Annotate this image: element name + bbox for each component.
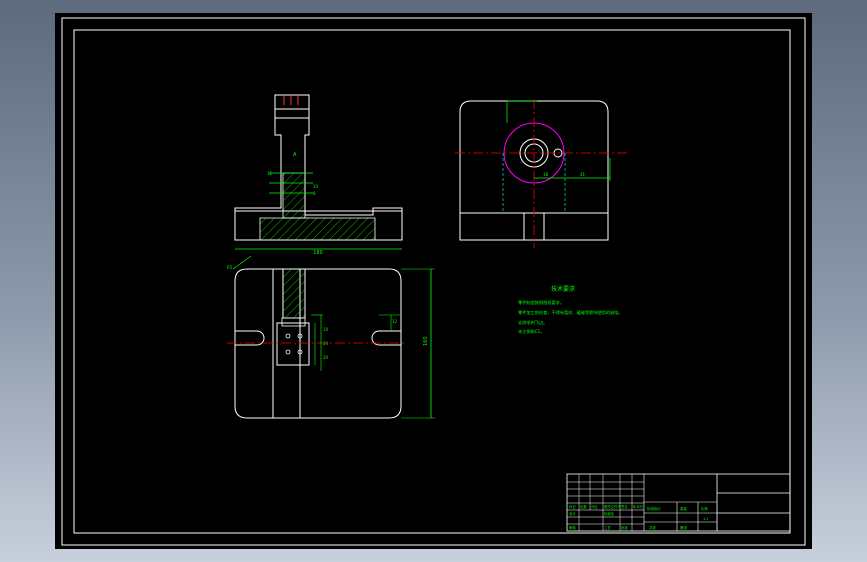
- outer-frame: [61, 17, 806, 546]
- front-width-text: 180: [313, 250, 323, 256]
- plan-view: 160 10 24 20 12 R5: [227, 255, 435, 419]
- tech-requirements: 技术要求 零件制造按照图纸要求。 零件加工前检查，不得有裂纹、磕碰等影响使用的缺…: [518, 285, 623, 335]
- plan-hatch: [282, 268, 306, 319]
- cad-viewport[interactable]: 180 12 10 8 A 18 41 160 10 24 20 12 R5 技…: [0, 0, 867, 562]
- tech-line-1: 零件制造按照图纸要求。: [518, 299, 564, 306]
- svg-text:签名: 签名: [621, 504, 628, 509]
- svg-text:第张: 第张: [680, 525, 687, 530]
- title-block-grid: [567, 474, 644, 531]
- tech-line-4: 未注倒角C1。: [518, 328, 545, 335]
- drawing-sheet[interactable]: 180 12 10 8 A 18 41 160 10 24 20 12 R5 技…: [55, 13, 812, 549]
- svg-text:10: 10: [313, 184, 319, 189]
- drawing-canvas[interactable]: 180 12 10 8 A 18 41 160 10 24 20 12 R5 技…: [55, 13, 812, 549]
- svg-text:阶段标记: 阶段标记: [647, 506, 661, 511]
- section-hatch-area: [259, 217, 376, 241]
- tech-line-2: 零件加工前检查，不得有裂纹、磕碰等影响使用的缺陷。: [518, 309, 623, 316]
- svg-text:R5: R5: [227, 265, 233, 270]
- svg-text:批准: 批准: [621, 525, 628, 530]
- svg-text:160: 160: [423, 336, 429, 346]
- svg-text:12: 12: [392, 319, 398, 324]
- svg-text:工艺: 工艺: [604, 525, 611, 530]
- clamp-block: [276, 322, 310, 366]
- svg-text:标记: 标记: [569, 504, 576, 509]
- svg-text:共张: 共张: [649, 525, 656, 530]
- front-section-view: 180 12 10 8 A: [234, 94, 403, 256]
- scale-value: 1:1: [703, 517, 708, 521]
- inner-frame: [73, 29, 791, 534]
- svg-text:A: A: [293, 152, 297, 158]
- svg-text:年月日: 年月日: [633, 504, 643, 509]
- svg-text:重量: 重量: [680, 506, 687, 511]
- svg-text:处数: 处数: [580, 504, 587, 509]
- side-view: 18 41: [455, 99, 630, 248]
- tech-line-3: 去除毛刺飞边。: [518, 319, 547, 326]
- svg-text:更改文件号: 更改文件号: [604, 504, 622, 509]
- title-block: 标记 处数 分区 更改文件号 签名 年月日 设计 标准化 阶段标记 重量 比例 …: [566, 473, 791, 532]
- svg-text:比例: 比例: [701, 506, 708, 511]
- plan-outline: [234, 268, 402, 419]
- section-hatch-stem: [282, 172, 306, 219]
- tech-title: 技术要求: [551, 285, 575, 293]
- svg-text:8: 8: [313, 191, 316, 196]
- svg-text:24: 24: [323, 341, 329, 346]
- svg-text:分区: 分区: [591, 504, 598, 509]
- svg-text:41: 41: [580, 172, 586, 177]
- svg-text:10: 10: [323, 327, 329, 332]
- svg-text:20: 20: [323, 355, 329, 360]
- svg-text:标准化: 标准化: [604, 511, 615, 516]
- svg-text:审核: 审核: [569, 525, 576, 530]
- svg-text:设计: 设计: [569, 511, 576, 516]
- svg-text:18: 18: [543, 172, 549, 177]
- svg-text:12: 12: [267, 171, 273, 176]
